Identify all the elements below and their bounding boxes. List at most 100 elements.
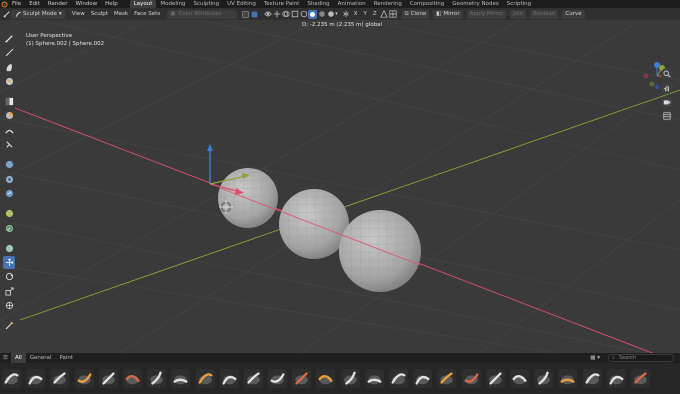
brush-thumbnail-icon[interactable] xyxy=(50,369,70,388)
thumb-icon[interactable] xyxy=(3,173,15,186)
mask-icon[interactable] xyxy=(3,95,15,108)
brush-thumbnail-icon[interactable] xyxy=(534,369,554,388)
join-button[interactable]: Join xyxy=(510,9,527,19)
brush-thumbnail-icon[interactable] xyxy=(219,369,239,388)
editor-type-icon[interactable] xyxy=(2,10,11,19)
brush-thumbnail-icon[interactable] xyxy=(316,369,336,388)
mirror-button[interactable]: ◧ Mirror xyxy=(433,9,463,19)
tab-modeling[interactable]: Modeling xyxy=(156,0,189,8)
shelf-search-input[interactable]: ⌕ Search xyxy=(608,354,674,362)
brush-thumbnail-icon[interactable] xyxy=(26,369,46,388)
shading-wireframe-icon[interactable] xyxy=(299,10,308,19)
apply-mirror-button[interactable]: Apply Mirror xyxy=(466,9,507,19)
view-toggle-icon[interactable] xyxy=(263,10,272,19)
brush-thumbnail-icon[interactable] xyxy=(437,369,457,388)
pinch-icon[interactable] xyxy=(3,242,15,255)
gizmo-toggle-icon[interactable] xyxy=(272,10,281,19)
mode-selector[interactable]: Sculpt Mode ▾ xyxy=(11,9,65,19)
pose-icon[interactable] xyxy=(3,187,15,200)
scale-icon[interactable] xyxy=(3,285,15,298)
boolean-button[interactable]: Boolean xyxy=(530,9,559,19)
brush-thumbnail-icon[interactable] xyxy=(122,369,142,388)
tab-animation[interactable]: Animation xyxy=(334,0,370,8)
blender-logo-icon[interactable] xyxy=(0,0,8,8)
nudge-icon[interactable] xyxy=(3,207,15,220)
smooth-icon[interactable] xyxy=(3,124,15,137)
axis-x-toggle[interactable]: X xyxy=(351,10,361,19)
menu-sculpt[interactable]: Sculpt xyxy=(88,10,111,19)
menu-edit[interactable]: Edit xyxy=(25,0,44,8)
brush-thumbnail-icon[interactable] xyxy=(630,369,650,388)
rotate-icon[interactable] xyxy=(3,222,15,235)
brush-thumbnail-icon[interactable] xyxy=(461,369,481,388)
remesh-icon[interactable] xyxy=(389,10,398,19)
tab-geometry-nodes[interactable]: Geometry Nodes xyxy=(448,0,502,8)
symmetry-icon[interactable] xyxy=(342,10,351,19)
sphere-large[interactable] xyxy=(339,210,421,292)
tab-texture-paint[interactable]: Texture Paint xyxy=(260,0,304,8)
face-set-icon[interactable] xyxy=(3,109,15,122)
perspective-toggle-icon[interactable] xyxy=(661,110,673,122)
tab-sculpting[interactable]: Sculpting xyxy=(189,0,223,8)
brush-thumbnail-icon[interactable] xyxy=(98,369,118,388)
shelf-menu-icon[interactable]: ☰ xyxy=(0,353,11,363)
rotate-transform-icon[interactable] xyxy=(3,270,15,283)
tab-shading[interactable]: Shading xyxy=(303,0,333,8)
brush-thumbnail-icon[interactable] xyxy=(195,369,215,388)
brush-thumbnail-icon[interactable] xyxy=(389,369,408,388)
color-attributes-dropdown[interactable]: ▣ Color Attributes xyxy=(167,9,238,19)
overlays-icon[interactable] xyxy=(281,10,290,19)
menu-window[interactable]: Window xyxy=(71,0,101,8)
annotate-icon[interactable] xyxy=(3,319,15,332)
menu-help[interactable]: Help xyxy=(101,0,122,8)
tab-layout[interactable]: Layout xyxy=(129,0,157,8)
brush-thumbnail-icon[interactable] xyxy=(292,369,312,388)
brush-thumbnail-icon[interactable] xyxy=(340,369,360,388)
shading-rendered-icon[interactable] xyxy=(326,10,335,19)
pan-hand-icon[interactable] xyxy=(661,82,673,94)
texture-icon[interactable] xyxy=(241,10,250,19)
shading-material-icon[interactable] xyxy=(317,10,326,19)
draw-sharp-icon[interactable] xyxy=(3,46,15,59)
menu-mask[interactable]: Mask xyxy=(111,10,131,19)
3d-viewport[interactable]: D: -2.235 m (2.235 m) global User Perspe… xyxy=(0,20,680,353)
tab-all[interactable]: All xyxy=(10,353,26,363)
shading-options-icon[interactable]: ▾ xyxy=(335,11,338,17)
layer-icon[interactable] xyxy=(3,75,15,88)
brush-thumbnail-icon[interactable] xyxy=(606,369,626,388)
zoom-icon[interactable] xyxy=(661,68,673,80)
snake-hook-icon[interactable] xyxy=(3,158,15,171)
shading-solid-icon[interactable] xyxy=(308,9,318,19)
clone-button[interactable]: ⧉ Clone xyxy=(401,9,430,19)
menu-face-sets[interactable]: Face Sets xyxy=(131,10,163,19)
brush-thumbnail-icon[interactable] xyxy=(74,369,94,388)
brush-thumbnail-icon[interactable] xyxy=(485,369,505,388)
brush-thumbnail-icon[interactable] xyxy=(243,369,263,388)
clay-icon[interactable] xyxy=(3,61,15,74)
xray-icon[interactable] xyxy=(290,10,299,19)
dyntopo-icon[interactable] xyxy=(380,10,389,19)
display-options-icon[interactable]: ▦ ▾ xyxy=(586,353,604,363)
brush-thumbnail-icon[interactable] xyxy=(509,369,529,388)
brush-thumbnail-icon[interactable] xyxy=(558,369,578,388)
brush-thumbnail-icon[interactable] xyxy=(2,369,21,388)
menu-view[interactable]: View xyxy=(69,10,88,19)
tab-compositing[interactable]: Compositing xyxy=(406,0,448,8)
brush-thumbnail-icon[interactable] xyxy=(413,369,433,388)
brush-thumbnail-icon[interactable] xyxy=(268,369,288,388)
curve-button[interactable]: Curve xyxy=(562,9,585,19)
tab-uv-editing[interactable]: UV Editing xyxy=(223,0,260,8)
move-icon[interactable] xyxy=(3,256,15,270)
menu-render[interactable]: Render xyxy=(44,0,72,8)
draw-brush-icon[interactable] xyxy=(3,32,15,45)
menu-file[interactable]: File xyxy=(8,0,25,8)
sphere-small[interactable] xyxy=(218,168,278,228)
texture-mode-icon[interactable] xyxy=(250,10,259,19)
tab-scripting[interactable]: Scripting xyxy=(503,0,535,8)
brush-thumbnail-icon[interactable] xyxy=(364,369,384,388)
grab-icon[interactable] xyxy=(3,138,15,151)
brush-thumbnail-icon[interactable] xyxy=(147,369,167,388)
axis-z-toggle[interactable]: Z xyxy=(370,10,380,19)
tab-paint[interactable]: Paint xyxy=(55,353,77,363)
brush-thumbnail-icon[interactable] xyxy=(582,369,602,388)
